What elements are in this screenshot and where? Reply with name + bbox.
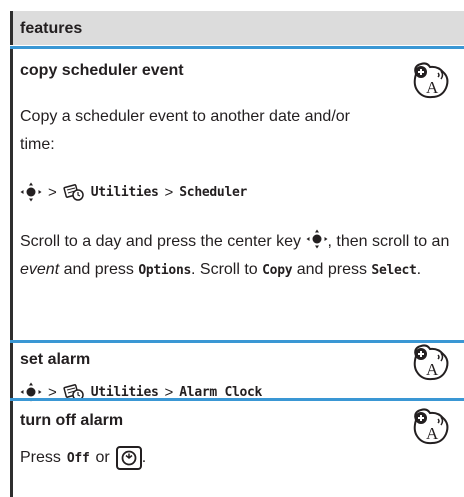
turn-off-instruction: Press Off or . [20,446,146,470]
section-divider [10,398,464,401]
menu-select: Select [371,263,417,278]
instruction-text: and press [63,261,134,278]
svg-text:A: A [426,360,439,379]
network-dependent-feature-icon: A [413,344,449,381]
instruction-text: Scroll to a day and press the center key [20,233,302,250]
path-separator: > [48,183,57,201]
utilities-icon [63,184,84,201]
features-header: features [10,11,464,45]
path-separator: > [164,183,174,201]
section-left-bar [10,401,13,497]
instruction-text: and press [296,261,367,278]
section-title-turn-off-alarm: turn off alarm [20,412,124,429]
instruction-text: . [141,449,147,466]
menu-copy: Copy [262,263,293,278]
section-description: Copy a scheduler event to another date a… [20,108,350,153]
navigation-key-icon [20,182,42,202]
instruction-text: . [416,261,422,278]
menu-path-scheduler: > Utilities > Scheduler [20,182,247,202]
svg-text:A: A [426,78,439,97]
navigation-key-icon [306,229,327,249]
instruction-text: . Scroll to [191,261,258,278]
section-divider [10,340,464,343]
section-instruction: Scroll to a day and press the center key… [20,228,450,285]
network-dependent-feature-icon: A [413,408,449,445]
instruction-event: event [20,261,60,278]
smart-key-icon [115,446,142,470]
svg-text:A: A [426,424,439,443]
network-dependent-feature-icon: A [413,62,449,99]
instruction-text: Press [20,449,61,466]
menu-scheduler: Scheduler [179,184,248,200]
section-left-bar [10,343,13,399]
header-title: features [20,20,83,37]
menu-utilities: Utilities [90,184,159,200]
section-divider [10,46,464,49]
instruction-text: or [95,449,110,466]
menu-off: Off [66,450,90,466]
section-left-bar [10,49,13,341]
instruction-text: , then scroll to an [327,233,450,250]
manual-page: features copy scheduler event A Copy a s… [0,0,464,497]
menu-options: Options [138,263,191,278]
section-title-copy-scheduler-event: copy scheduler event [20,62,184,79]
section-title-set-alarm: set alarm [20,351,91,368]
